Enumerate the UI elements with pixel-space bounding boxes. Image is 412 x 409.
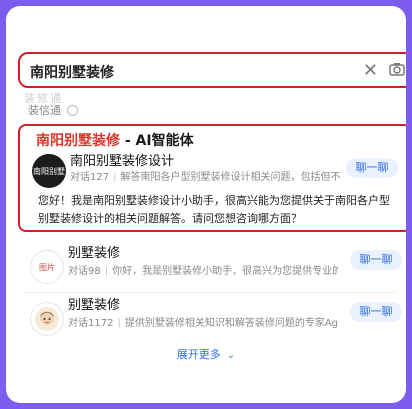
avatar[interactable]: 南阳别墅 (32, 154, 66, 188)
chat-button[interactable]: 聊一聊 (350, 302, 402, 322)
chat-button[interactable]: 聊一聊 (350, 250, 402, 270)
avatar[interactable]: 图片 (30, 250, 64, 284)
avatar[interactable] (30, 302, 64, 336)
featured-agent-card[interactable]: 南阳别墅装修 - AI智能体 南阳别墅 南阳别墅装修设计 对话127 | 解答南阳各… (18, 124, 406, 232)
search-input[interactable]: 南阳别墅装修 (30, 62, 114, 82)
description-text: 你好，我是别墅装修小助手，很高兴为您提供专业的装... (112, 266, 338, 277)
agent-name[interactable]: 南阳别墅装修设计 (70, 150, 174, 169)
dialog-count: 对话127 (70, 172, 110, 183)
greeting-message: 您好！我是南阳别墅装修设计小助手，很高兴能为您提供关于南阳各户型别墅装修设计的相… (38, 194, 390, 225)
source-row: 装信通 (28, 102, 78, 118)
chat-button[interactable]: 聊一聊 (346, 158, 398, 178)
expand-more-label: 展开更多 (176, 348, 221, 361)
description-text: 解答南阳各户型别墅装修设计相关问题，包括但不限于... (120, 172, 340, 183)
card-title-highlight: 南阳别墅装修 (36, 133, 120, 149)
close-icon[interactable]: ✕ (363, 60, 378, 81)
description-text: 提供别墅装修相关知识和解答装修问题的专家Agent。 (124, 318, 338, 329)
dialog-count: 对话1172 (68, 318, 114, 329)
list-item[interactable]: 图片 别墅装修 对话98 | 你好，我是别墅装修小助手，很高兴为您提供专业的装...… (24, 242, 406, 290)
card-title-rest: - AI智能体 (120, 133, 194, 149)
agent-description: 对话98 | 你好，我是别墅装修小助手，很高兴为您提供专业的装... (68, 262, 338, 277)
agent-description: 对话127|解答南阳各户型别墅装修设计相关问题，包括但不限于... (70, 168, 340, 183)
card-title[interactable]: 南阳别墅装修 - AI智能体 (36, 130, 194, 150)
dialog-count: 对话98 (68, 266, 101, 277)
search-bar[interactable]: 南阳别墅装修 ✕ (18, 52, 406, 88)
chevron-down-icon: ⌄ (226, 350, 236, 361)
list-item[interactable]: 别墅装修 对话1172|提供别墅装修相关知识和解答装修问题的专家Agent。 聊… (24, 294, 406, 342)
expand-more-link[interactable]: 展开更多 ⌄ (6, 346, 406, 362)
divider (24, 292, 396, 293)
source-label: 装信通 (28, 104, 61, 117)
avatar-logo-text: 南阳别墅 (33, 166, 65, 176)
cartoon-avatar-icon (35, 307, 59, 331)
avatar-logo-text: 图片 (39, 262, 55, 272)
agent-name[interactable]: 别墅装修 (68, 294, 120, 313)
camera-icon[interactable] (388, 60, 406, 78)
agent-name[interactable]: 别墅装修 (68, 242, 120, 261)
agent-description: 对话1172|提供别墅装修相关知识和解答装修问题的专家Agent。 (68, 314, 338, 329)
info-icon[interactable] (67, 104, 78, 116)
result-panel: 南阳别墅装修 ✕ 装修通 装信通 南阳别墅装修 - AI智能体 南阳别墅 南阳别… (6, 6, 406, 403)
